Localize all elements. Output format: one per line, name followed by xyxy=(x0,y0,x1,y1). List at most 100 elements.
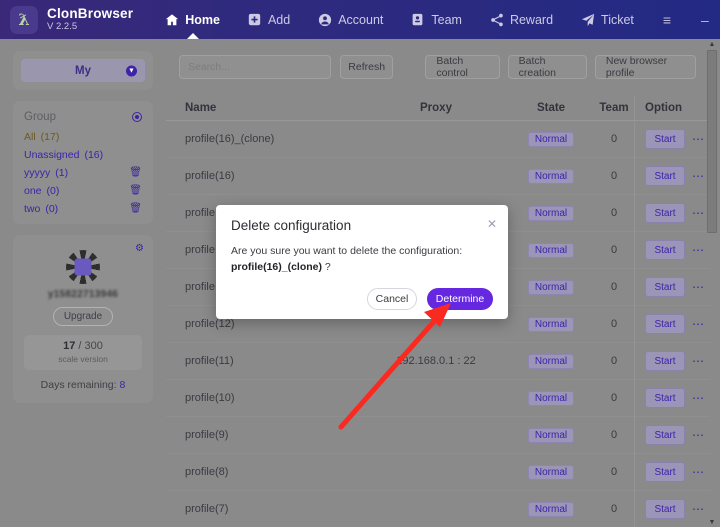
cell-team: 0 xyxy=(610,466,618,478)
delete-configuration-dialog: Delete configuration ✕ Are you sure you … xyxy=(216,205,508,319)
more-options-icon[interactable]: ⋯ xyxy=(692,392,705,404)
dialog-message: Are you sure you want to delete the conf… xyxy=(216,233,508,276)
nav-item-team[interactable]: Team xyxy=(397,0,476,39)
cell-proxy: 192.168.0.1 : 22 xyxy=(396,355,476,367)
gear-icon[interactable]: ⚙ xyxy=(135,243,144,254)
close-icon[interactable]: ✕ xyxy=(487,217,497,231)
more-options-icon[interactable]: ⋯ xyxy=(692,281,705,293)
group-item-unassigned[interactable]: Unassigned (16) xyxy=(24,149,142,161)
column-header-state: State xyxy=(536,101,566,114)
add-group-icon[interactable] xyxy=(132,112,142,122)
cell-state: Normal xyxy=(508,131,594,147)
more-options-icon[interactable]: ⋯ xyxy=(692,318,705,330)
dialog-target-suffix: ? xyxy=(322,261,331,274)
new-browser-profile-button[interactable]: New browser profile xyxy=(594,55,696,79)
scroll-down-arrow-icon[interactable]: ▼ xyxy=(706,517,718,527)
dialog-message-text: Are you sure you want to delete the conf… xyxy=(231,245,463,257)
more-options-icon[interactable]: ⋯ xyxy=(692,355,705,367)
trash-icon[interactable]: 🗑 xyxy=(129,204,142,214)
nav-item-team-label: Team xyxy=(431,12,462,27)
more-options-icon[interactable]: ⋯ xyxy=(692,429,705,441)
table-row[interactable]: profile(9) Normal 0 Start ⋯ xyxy=(166,416,710,454)
start-button[interactable]: Start xyxy=(645,129,685,149)
upgrade-button[interactable]: Upgrade xyxy=(53,307,113,326)
group-item-count: (1) xyxy=(55,167,69,179)
cell-option: Start ⋯ xyxy=(634,453,710,491)
group-title: Group xyxy=(24,111,56,123)
trash-icon[interactable]: 🗑 xyxy=(129,186,142,196)
status-badge: Normal xyxy=(527,316,575,332)
refresh-button[interactable]: Refresh xyxy=(340,55,394,79)
group-item-label: two xyxy=(24,203,41,215)
cell-team: 0 xyxy=(610,244,618,256)
table-row[interactable]: profile(7) Normal 0 Start ⋯ xyxy=(166,490,710,527)
cell-state: Normal xyxy=(508,242,594,258)
start-button[interactable]: Start xyxy=(645,351,685,371)
dialog-target-line: profile(16)_(clone) ? xyxy=(231,259,493,275)
column-header-team: Team xyxy=(599,101,629,114)
start-button[interactable]: Start xyxy=(645,388,685,408)
menu-button[interactable]: ≡ xyxy=(648,0,686,39)
group-item-one[interactable]: one (0) 🗑 xyxy=(24,185,142,197)
status-badge: Normal xyxy=(527,279,575,295)
trash-icon[interactable]: 🗑 xyxy=(129,168,142,178)
more-options-icon[interactable]: ⋯ xyxy=(692,170,705,182)
table-row[interactable]: profile(8) Normal 0 Start ⋯ xyxy=(166,453,710,491)
nav-item-home[interactable]: Home xyxy=(151,0,234,39)
table-row[interactable]: profile(16) Normal 0 Start ⋯ xyxy=(166,157,710,195)
group-item-count: (0) xyxy=(45,203,59,215)
nav-item-add[interactable]: Add xyxy=(234,0,304,39)
nav-item-ticket[interactable]: Ticket xyxy=(567,0,648,39)
table-row[interactable]: profile(11) 192.168.0.1 : 22 Normal 0 Start ⋯ xyxy=(166,342,710,380)
cell-option: Start ⋯ xyxy=(634,120,710,158)
determine-button[interactable]: Determine xyxy=(427,288,493,310)
home-icon xyxy=(165,13,179,27)
table-row[interactable]: profile(16)_(clone) Normal 0 Start ⋯ xyxy=(166,120,710,158)
start-button[interactable]: Start xyxy=(645,240,685,260)
start-button[interactable]: Start xyxy=(645,425,685,445)
start-button[interactable]: Start xyxy=(645,203,685,223)
cancel-button[interactable]: Cancel xyxy=(367,288,417,310)
vertical-scrollbar[interactable]: ▲ ▼ xyxy=(706,39,718,527)
nav-item-reward[interactable]: Reward xyxy=(476,0,567,39)
more-options-icon[interactable]: ⋯ xyxy=(692,503,705,515)
cell-team: 0 xyxy=(610,392,618,404)
start-button[interactable]: Start xyxy=(645,462,685,482)
group-item-label: yyyyy xyxy=(24,167,51,179)
cell-option: Start ⋯ xyxy=(634,416,710,454)
batch-control-button[interactable]: Batch control xyxy=(425,55,500,79)
clonbrowser-logo-icon: ƛ xyxy=(10,5,38,34)
start-button[interactable]: Start xyxy=(645,166,685,186)
group-item-all[interactable]: All (17) xyxy=(24,131,142,143)
cell-state: Normal xyxy=(508,279,594,295)
more-options-icon[interactable]: ⋯ xyxy=(692,466,705,478)
more-options-icon[interactable]: ⋯ xyxy=(692,207,705,219)
cell-name: profile(16) xyxy=(185,170,235,182)
start-button[interactable]: Start xyxy=(645,314,685,334)
brand: ClonBrowser V 2.2.5 xyxy=(47,6,133,32)
more-options-icon[interactable]: ⋯ xyxy=(692,244,705,256)
group-item-count: (17) xyxy=(40,131,60,143)
cell-option: Start ⋯ xyxy=(634,157,710,195)
my-dropdown-button[interactable]: My ▼ xyxy=(21,59,145,82)
scrollbar-thumb[interactable] xyxy=(707,50,717,233)
group-item-two[interactable]: two (0) 🗑 xyxy=(24,203,142,215)
group-item-count: (16) xyxy=(84,149,104,161)
status-badge: Normal xyxy=(527,427,575,443)
group-item-label: one xyxy=(24,185,42,197)
minimize-button[interactable]: – xyxy=(686,0,720,39)
start-button[interactable]: Start xyxy=(645,499,685,519)
main-nav: Home Add Account Team Reward Ticket xyxy=(151,0,648,39)
batch-creation-button[interactable]: Batch creation xyxy=(507,55,587,79)
group-item-yyyyy[interactable]: yyyyy (1) 🗑 xyxy=(24,167,142,179)
nav-item-account[interactable]: Account xyxy=(304,0,397,39)
scroll-up-arrow-icon[interactable]: ▲ xyxy=(706,39,718,49)
start-button[interactable]: Start xyxy=(645,277,685,297)
avatar xyxy=(66,250,100,284)
account-panel: ⚙ y15822713946 Upgrade 17 / 300 scale ve… xyxy=(13,235,153,403)
quota-line: 17 / 300 xyxy=(24,340,142,352)
nav-item-account-label: Account xyxy=(338,12,384,27)
search-input[interactable] xyxy=(179,55,331,79)
table-row[interactable]: profile(10) Normal 0 Start ⋯ xyxy=(166,379,710,417)
more-options-icon[interactable]: ⋯ xyxy=(692,133,705,145)
